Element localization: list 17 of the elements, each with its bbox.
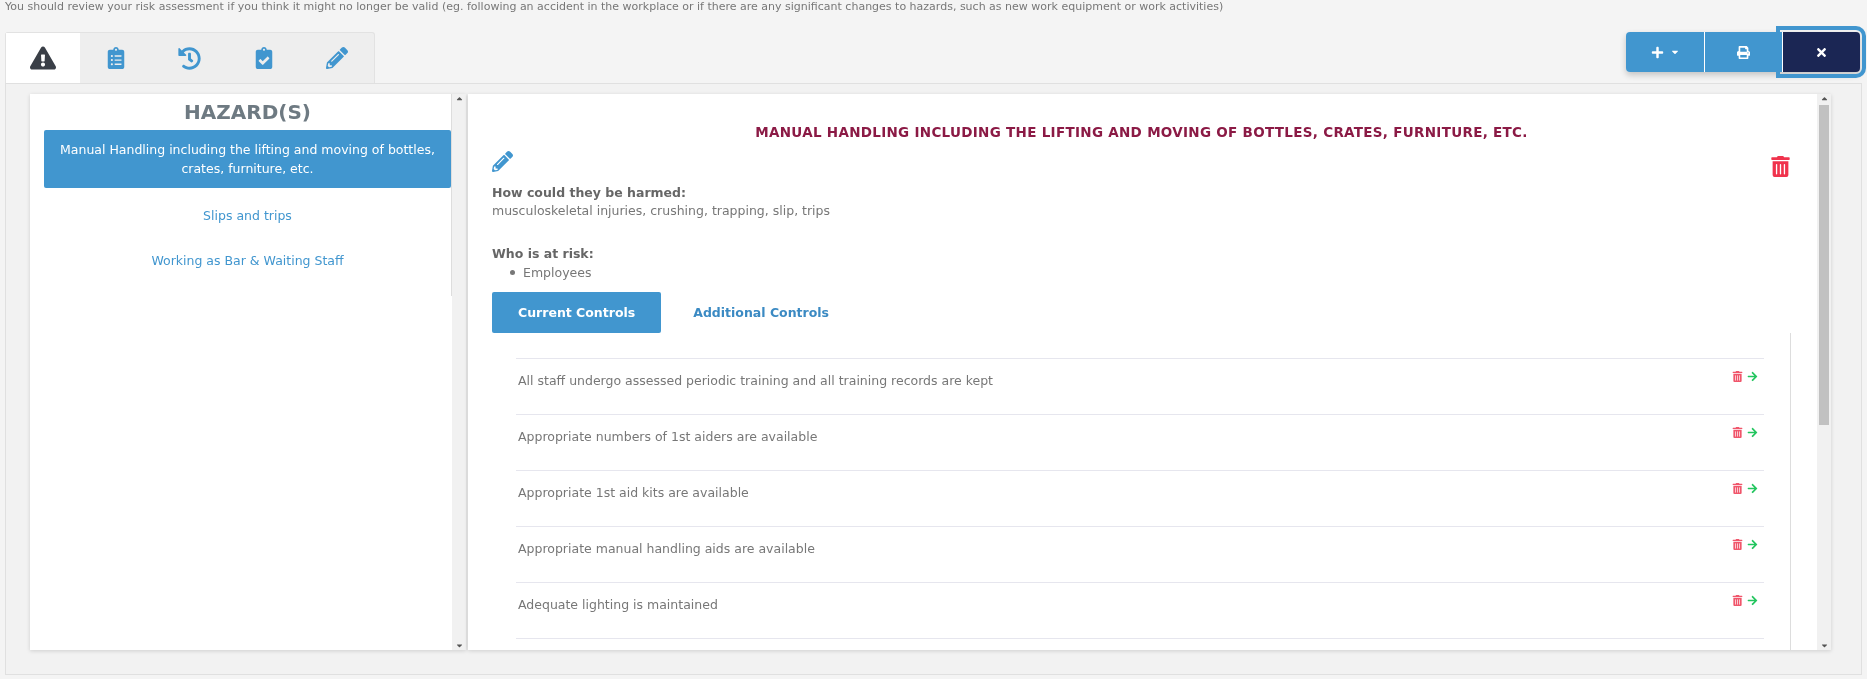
control-text: Adequate lighting is maintained [518, 596, 718, 614]
harm-label: How could they be harmed: [492, 185, 687, 200]
hazard-item[interactable]: Working as Bar & Waiting Staff [44, 243, 451, 278]
hazards-heading: HAZARD(S) [183, 99, 312, 126]
hazard-item[interactable]: Slips and trips [44, 198, 451, 233]
hazard-item[interactable]: Manual Handling including the lifting and moving of bottles, crates, furniture, etc. [44, 130, 451, 188]
harm-text: musculoskeletal injuries, crushing, trapping, slip, trips [492, 203, 832, 218]
risk-item: Employees [523, 265, 592, 280]
controls-tab[interactable]: Additional Controls [667, 292, 855, 333]
risk-label: Who is at risk: [492, 246, 595, 261]
control-text: Appropriate 1st aid kits are available [518, 484, 749, 502]
hazard-title: MANUAL HANDLING INCLUDING THE LIFTING AND MOVING OF BOTTLES, CRATES, FURNITURE, ETC. [754, 124, 1529, 140]
controls-tab[interactable]: Current Controls [492, 292, 662, 333]
control-text: All staff undergo assessed periodic training and all training records are kept [518, 372, 993, 390]
control-text: Appropriate numbers of 1st aiders are available [518, 428, 818, 446]
control-text: Appropriate manual handling aids are available [518, 540, 815, 558]
notice-text: You should review your risk assessment if you think it might no longer be valid (eg. following an accident in the workplace or if there are any significant changes to hazards, such as new work equipment or work activities) [5, 0, 1225, 15]
